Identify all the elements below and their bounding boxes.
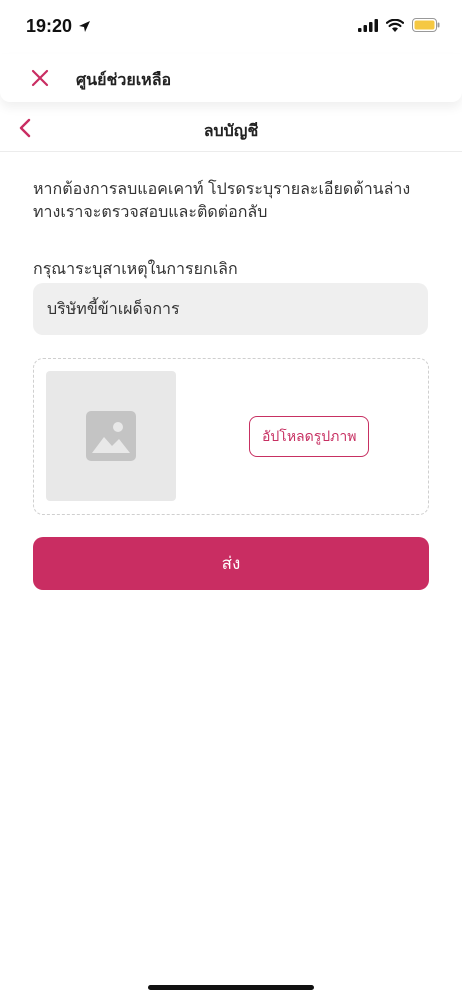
image-placeholder bbox=[46, 371, 176, 501]
wifi-icon bbox=[386, 18, 404, 32]
page-title: ลบบัญชี bbox=[203, 123, 259, 140]
location-arrow-icon bbox=[79, 21, 91, 32]
battery-icon bbox=[412, 18, 440, 32]
sheet-header: ศูนย์ช่วยเหลือ bbox=[0, 54, 462, 102]
close-icon[interactable] bbox=[30, 68, 50, 88]
upload-box: อัปโหลดรูปภาพ bbox=[33, 358, 429, 515]
image-icon bbox=[86, 411, 136, 461]
reason-label: กรุณาระบุสาเหตุในการยกเลิก bbox=[33, 261, 238, 278]
sheet-title: ศูนย์ช่วยเหลือ bbox=[76, 72, 172, 89]
nav-bar: ลบบัญชี bbox=[0, 102, 462, 152]
status-bar: 19:20 bbox=[0, 0, 462, 54]
status-time: 19:20 bbox=[26, 16, 73, 36]
reason-input[interactable] bbox=[33, 283, 428, 335]
signal-icon bbox=[358, 18, 378, 32]
status-icons bbox=[358, 18, 440, 32]
instructions-text: หากต้องการลบแอคเคาท์ โปรดระบุรายละเอียดด… bbox=[33, 181, 411, 221]
home-indicator bbox=[148, 985, 314, 990]
upload-image-button[interactable]: อัปโหลดรูปภาพ bbox=[249, 416, 370, 457]
submit-button[interactable]: ส่ง bbox=[33, 537, 429, 590]
status-time-group: 19:20 bbox=[26, 16, 91, 37]
